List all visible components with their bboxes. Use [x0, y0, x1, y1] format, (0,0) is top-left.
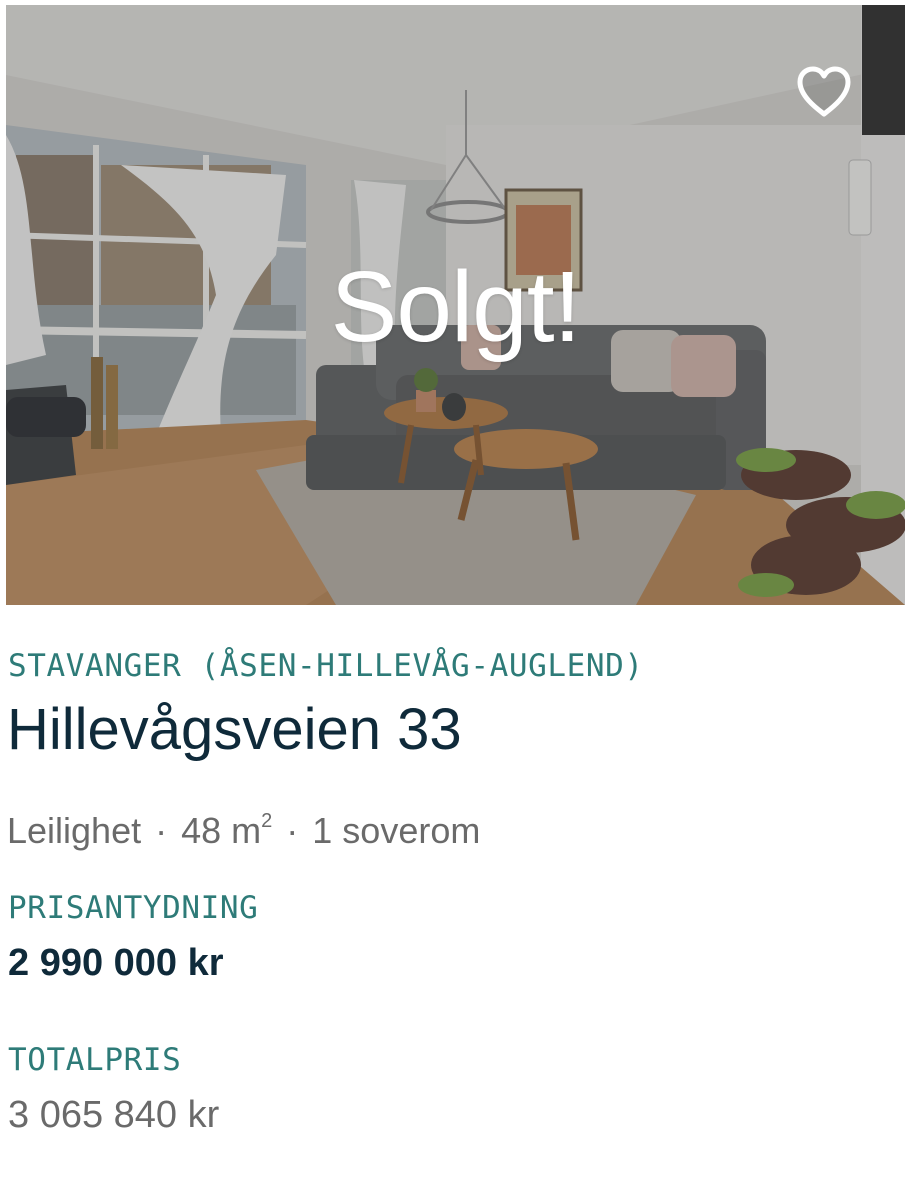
- area-value: 48 m: [181, 810, 262, 851]
- area-unit-superscript: 2: [261, 810, 273, 832]
- listing-photo[interactable]: Solgt!: [6, 5, 905, 605]
- total-price-label: TOTALPRIS: [8, 1042, 182, 1078]
- sold-status-overlay: Solgt!: [330, 251, 582, 363]
- heart-outline-icon: [797, 66, 851, 117]
- listing-address[interactable]: Hillevågsveien 33: [7, 696, 462, 763]
- asking-price-label: PRISANTYDNING: [8, 890, 259, 926]
- fact-separator: ·: [155, 810, 168, 851]
- listing-facts: Leilighet · 48 m2 · 1 soverom: [7, 810, 480, 852]
- total-price: 3 065 840 kr: [8, 1094, 220, 1136]
- listing-location: STAVANGER (ÅSEN-HILLEVÅG-AUGLEND): [8, 648, 644, 684]
- asking-price: 2 990 000 kr: [8, 942, 224, 984]
- listing-card[interactable]: Solgt! STAVANGER (ÅSEN-HILLEVÅG-AUGLEND)…: [0, 0, 908, 1200]
- living-area: 48 m2: [181, 810, 272, 851]
- favorite-button[interactable]: [795, 65, 853, 119]
- bedrooms: 1 soverom: [312, 810, 481, 851]
- fact-separator: ·: [286, 810, 299, 851]
- property-type: Leilighet: [7, 810, 142, 851]
